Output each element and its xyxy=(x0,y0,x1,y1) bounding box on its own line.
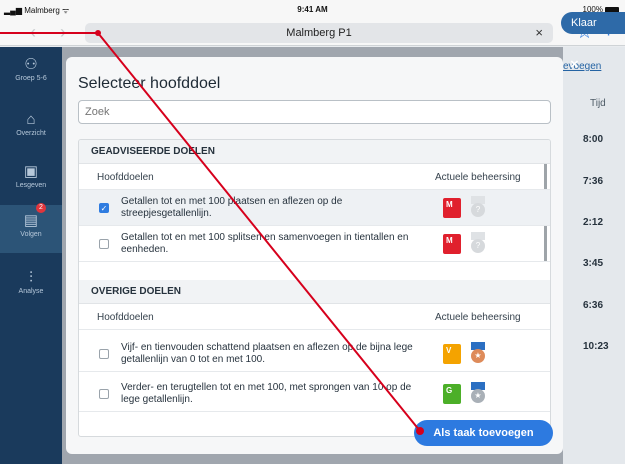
checkbox[interactable] xyxy=(99,349,109,359)
mastery-badge: M xyxy=(443,234,461,254)
medal-icon: ★ xyxy=(469,342,487,366)
tracking-icon: ▤ xyxy=(23,212,39,229)
tijd-value: 2:12 xyxy=(583,217,604,228)
sidebar: ⚇ Groep 5-6 ⌂ Overzicht ▣ Lesgeven ▤ 2 V… xyxy=(0,47,62,464)
goal-row[interactable]: ✓ Getallen tot en met 100 plaatsen en af… xyxy=(79,190,550,226)
column-label-beheersing: Actuele beheersing xyxy=(435,312,521,323)
back-arrow-icon[interactable]: ‹ xyxy=(30,22,36,43)
goal-text: Vijf- en tienvouden schattend plaatsen e… xyxy=(121,342,413,365)
tijd-value: 8:00 xyxy=(583,134,604,145)
sidebar-item-volgen[interactable]: ▤ 2 Volgen xyxy=(0,203,62,253)
sidebar-item-lesgeven[interactable]: ▣ Lesgeven xyxy=(0,162,62,189)
analysis-icon: ⫶ xyxy=(29,269,33,286)
status-bar: ▂▄▆ Malmberg ᯤ 9:41 AM 100% xyxy=(0,0,625,20)
column-label-hoofddoelen: Hoofddoelen xyxy=(97,172,154,183)
tijd-value: 6:36 xyxy=(583,300,604,311)
section-heading: GEADVISEERDE DOELEN xyxy=(79,140,550,164)
address-bar[interactable]: Malmberg P1 × xyxy=(85,23,553,43)
clear-address-icon[interactable]: × xyxy=(535,23,543,43)
checkbox-checked[interactable]: ✓ xyxy=(99,203,109,213)
search-input[interactable] xyxy=(78,100,551,124)
column-label-beheersing: Actuele beheersing xyxy=(435,172,521,183)
toevoegen-link[interactable]: evoegen xyxy=(563,61,601,72)
medal-icon: ★ xyxy=(469,382,487,406)
group-icon: ⚇ xyxy=(24,56,38,73)
clock: 9:41 AM xyxy=(297,5,328,14)
checkbox[interactable] xyxy=(99,389,109,399)
tijd-value: 7:36 xyxy=(583,176,604,187)
tijd-value: 10:23 xyxy=(583,341,609,352)
section-heading: OVERIGE DOELEN xyxy=(79,280,550,304)
tijd-column xyxy=(563,47,625,464)
mastery-badge: G xyxy=(443,384,461,404)
add-as-task-button[interactable]: Als taak toevoegen xyxy=(414,420,553,446)
tijd-header: Tijd xyxy=(590,98,606,109)
column-header: Hoofddoelen Actuele beheersing xyxy=(79,164,550,190)
column-label-hoofddoelen: Hoofddoelen xyxy=(97,312,154,323)
goal-text: Getallen tot en met 100 plaatsen en afle… xyxy=(121,196,343,219)
teach-icon: ▣ xyxy=(23,163,39,180)
select-goal-modal: Selecteer hoofddoel GEADVISEERDE DOELEN … xyxy=(66,57,563,454)
goal-row[interactable]: Getallen tot en met 100 splitsen en same… xyxy=(79,226,550,262)
close-icon[interactable]: × xyxy=(570,56,579,73)
mastery-badge: M xyxy=(443,198,461,218)
goal-row[interactable]: Vijf- en tienvouden schattend plaatsen e… xyxy=(79,336,550,372)
notification-badge: 2 xyxy=(36,203,46,213)
goal-text: Getallen tot en met 100 splitsen en same… xyxy=(121,232,409,255)
sidebar-item-analyse[interactable]: ⫶ Analyse xyxy=(0,269,62,295)
medal-icon: ? xyxy=(469,232,487,256)
goal-text: Verder- en terugtellen tot en met 100, m… xyxy=(121,382,412,405)
mastery-badge: V xyxy=(443,344,461,364)
goal-list[interactable]: GEADVISEERDE DOELEN Hoofddoelen Actuele … xyxy=(78,139,551,437)
goal-row[interactable]: Verder- en terugtellen tot en met 100, m… xyxy=(79,376,550,412)
checkbox[interactable] xyxy=(99,239,109,249)
home-icon: ⌂ xyxy=(26,111,36,128)
browser-toolbar: ‹ › Malmberg P1 × ☆ + xyxy=(0,20,625,46)
medal-icon: ? xyxy=(469,196,487,220)
page-title: Malmberg P1 xyxy=(286,27,352,39)
klaar-button[interactable]: Klaar xyxy=(561,12,625,34)
modal-title: Selecteer hoofddoel xyxy=(78,75,221,92)
sidebar-item-groep[interactable]: ⚇ Groep 5-6 xyxy=(0,55,62,82)
forward-arrow-icon[interactable]: › xyxy=(60,22,66,43)
sidebar-item-overzicht[interactable]: ⌂ Overzicht xyxy=(0,111,62,137)
tijd-value: 3:45 xyxy=(583,258,604,269)
column-header: Hoofddoelen Actuele beheersing xyxy=(79,304,550,330)
